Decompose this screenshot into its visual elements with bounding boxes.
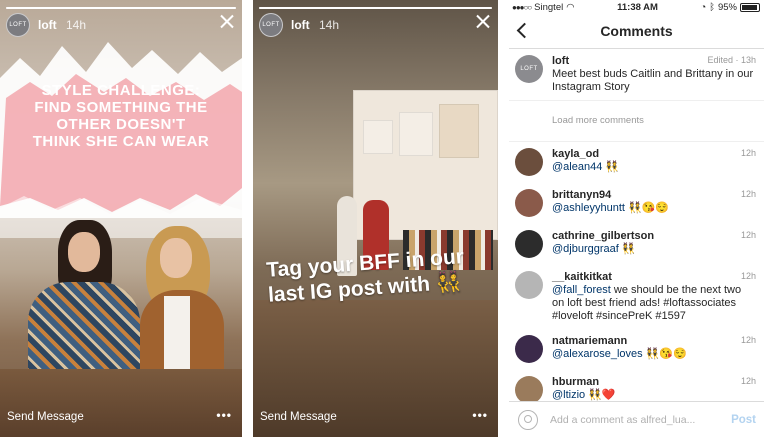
battery-icon	[740, 2, 760, 12]
story-timestamp: 14h	[319, 18, 340, 32]
nav-bar: Comments	[509, 13, 764, 49]
clock: 11:38 AM	[617, 1, 658, 13]
avatar[interactable]: LOFT	[515, 55, 543, 83]
mention-link[interactable]: @alean44	[552, 161, 602, 173]
avatar[interactable]	[515, 335, 543, 363]
comment-username[interactable]: brittanyn94	[552, 189, 611, 201]
person-right-face	[160, 238, 192, 278]
page-title: Comments	[600, 22, 673, 39]
story-username[interactable]: loft	[38, 18, 57, 32]
comment-timestamp: 12h	[740, 230, 756, 240]
comment-text: @alean44 👯	[552, 161, 756, 174]
avatar[interactable]	[515, 230, 543, 258]
store-shelf	[363, 120, 393, 154]
screenshot-collage: STYLE CHALLENGE: FIND SOMETHING THE OTHE…	[0, 0, 764, 437]
comment-timestamp: 12h	[740, 148, 756, 158]
comment-body: 👯	[618, 243, 636, 255]
person-left-body	[28, 282, 140, 382]
comment-timestamp: 12h	[740, 335, 756, 345]
avatar[interactable]	[515, 271, 543, 299]
comment-composer: Post	[509, 401, 764, 437]
table	[0, 369, 242, 437]
post-caption: LOFT loft Edited · 13h Meet best buds Ca…	[509, 49, 764, 101]
story-username[interactable]: loft	[291, 18, 310, 32]
story-progress-bar	[6, 7, 236, 9]
bluetooth-icon: ᛒ	[709, 1, 715, 13]
comment-username[interactable]: kayla_od	[552, 148, 599, 160]
mention-link[interactable]: @ashleyyhuntt	[552, 202, 625, 214]
comment-text: @alexarose_loves 👯😘😌	[552, 348, 756, 361]
comment-body: 👯😘😌	[642, 348, 687, 360]
mention-link[interactable]: @ltizio	[552, 389, 585, 401]
mention-link[interactable]: @djburggraaf	[552, 243, 619, 255]
story-tag-your-bff[interactable]: Tag your BFF in our last IG post with 👯 …	[253, 0, 498, 437]
status-bar: ●●●○○ Singtel ◠ 11:38 AM ◔ ᛒ 95%	[509, 1, 764, 13]
comment-timestamp: 12h	[740, 271, 756, 281]
comment-row: cathrine_gilbertson 12h @djburggraaf 👯	[515, 224, 756, 265]
comment-text: @djburggraaf 👯	[552, 243, 756, 256]
comments-screen: ●●●○○ Singtel ◠ 11:38 AM ◔ ᛒ 95% Comment…	[509, 0, 764, 437]
comment-text: @fall_forest we should be the next two o…	[552, 284, 756, 323]
comment-body: 👯	[602, 161, 620, 173]
caption-username[interactable]: loft	[552, 55, 569, 67]
comment-username[interactable]: hburman	[552, 376, 599, 388]
signal-strength-icon: ●●●○○	[512, 2, 532, 12]
comment-input[interactable]	[550, 413, 726, 426]
wifi-icon: ◠	[566, 1, 575, 13]
story-style-challenge[interactable]: STYLE CHALLENGE: FIND SOMETHING THE OTHE…	[0, 0, 242, 437]
mention-link[interactable]: @alexarose_loves	[552, 348, 643, 360]
avatar[interactable]	[515, 376, 543, 404]
close-icon[interactable]	[476, 14, 490, 28]
tag-your-bff-text: Tag your BFF in our last IG post with 👯	[265, 245, 465, 307]
comment-username[interactable]: cathrine_gilbertson	[552, 230, 654, 242]
alarm-icon: ◔	[700, 1, 707, 13]
mention-link[interactable]: @fall_forest	[552, 284, 611, 296]
comment-timestamp: 12h	[740, 189, 756, 199]
carrier-name: Singtel	[534, 1, 564, 13]
send-message-button[interactable]: Send Message	[260, 411, 337, 423]
story-avatar[interactable]: LOFT	[259, 13, 283, 37]
more-options-icon[interactable]: •••	[472, 408, 488, 422]
back-arrow-icon[interactable]	[516, 22, 533, 39]
load-more-comments-link[interactable]: Load more comments	[509, 101, 764, 142]
comment-username[interactable]: __kaitkitkat	[552, 271, 612, 283]
camera-icon[interactable]	[518, 409, 538, 430]
post-button[interactable]: Post	[731, 414, 756, 426]
comment-row: brittanyn94 12h @ashleyyhuntt 👯😘😌	[515, 183, 756, 224]
story-progress-bar	[259, 7, 492, 9]
story-avatar[interactable]: LOFT	[6, 13, 30, 37]
person-right-shirt	[164, 296, 190, 376]
comment-timestamp: 12h	[740, 376, 756, 386]
store-shelf	[439, 104, 479, 158]
send-message-button[interactable]: Send Message	[7, 411, 84, 423]
comment-username[interactable]: natmariemann	[552, 335, 627, 347]
comment-row: __kaitkitkat 12h @fall_forest we should be…	[515, 265, 756, 329]
caption-text: Meet best buds Caitlin and Brittany in o…	[552, 68, 754, 93]
comment-list: kayla_od 12h @alean44 👯 brittanyn94 12h @ashl…	[509, 142, 764, 411]
story-timestamp: 14h	[66, 18, 87, 32]
comment-body: 👯❤️	[585, 389, 616, 401]
avatar[interactable]	[515, 189, 543, 217]
more-options-icon[interactable]: •••	[216, 408, 232, 422]
battery-percent: 95%	[717, 1, 737, 13]
avatar[interactable]	[515, 148, 543, 176]
comment-row: kayla_od 12h @alean44 👯	[515, 142, 756, 183]
person-left-face	[68, 232, 100, 272]
comment-row: natmariemann 12h @alexarose_loves 👯😘😌	[515, 329, 756, 370]
comment-text: @ashleyyhuntt 👯😘😌	[552, 202, 756, 215]
style-challenge-text: STYLE CHALLENGE: FIND SOMETHING THE OTHE…	[32, 82, 210, 150]
caption-meta: Edited · 13h	[707, 55, 756, 65]
close-icon[interactable]	[220, 14, 234, 28]
comment-body: 👯😘😌	[624, 202, 670, 214]
store-shelf	[399, 112, 433, 156]
